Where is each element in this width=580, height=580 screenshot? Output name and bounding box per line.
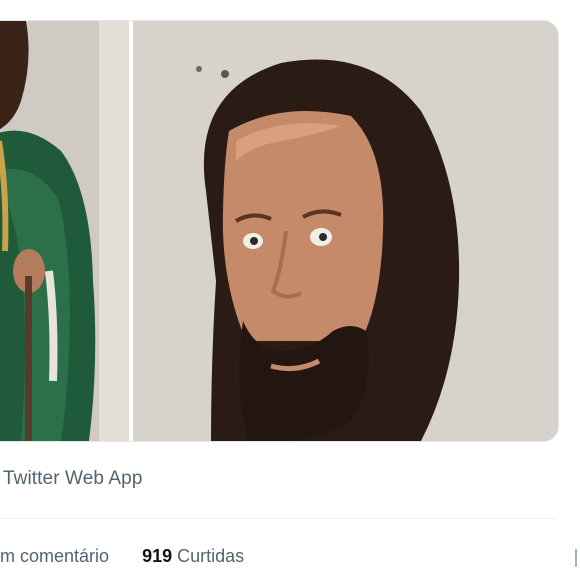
statue-body-panel[interactable]	[0, 21, 129, 441]
tweet-media-grid[interactable]	[0, 20, 559, 442]
likes-label: Curtidas	[177, 546, 245, 566]
tweet-source-app[interactable]: Twitter Web App	[3, 468, 143, 490]
tweet-stats-bar: m comentário 919 Curtidas	[0, 546, 244, 567]
likes-count: 919	[142, 546, 173, 566]
likes-stat[interactable]: 919 Curtidas	[142, 546, 244, 567]
tweet-detail: Twitter Web App m comentário 919 Curtida…	[0, 0, 580, 580]
media-panel-divider	[129, 21, 133, 441]
stats-divider	[0, 518, 557, 519]
statue-face-panel[interactable]	[133, 21, 558, 441]
comments-stat[interactable]: m comentário	[0, 546, 109, 567]
cropped-stat-edge	[575, 549, 577, 567]
